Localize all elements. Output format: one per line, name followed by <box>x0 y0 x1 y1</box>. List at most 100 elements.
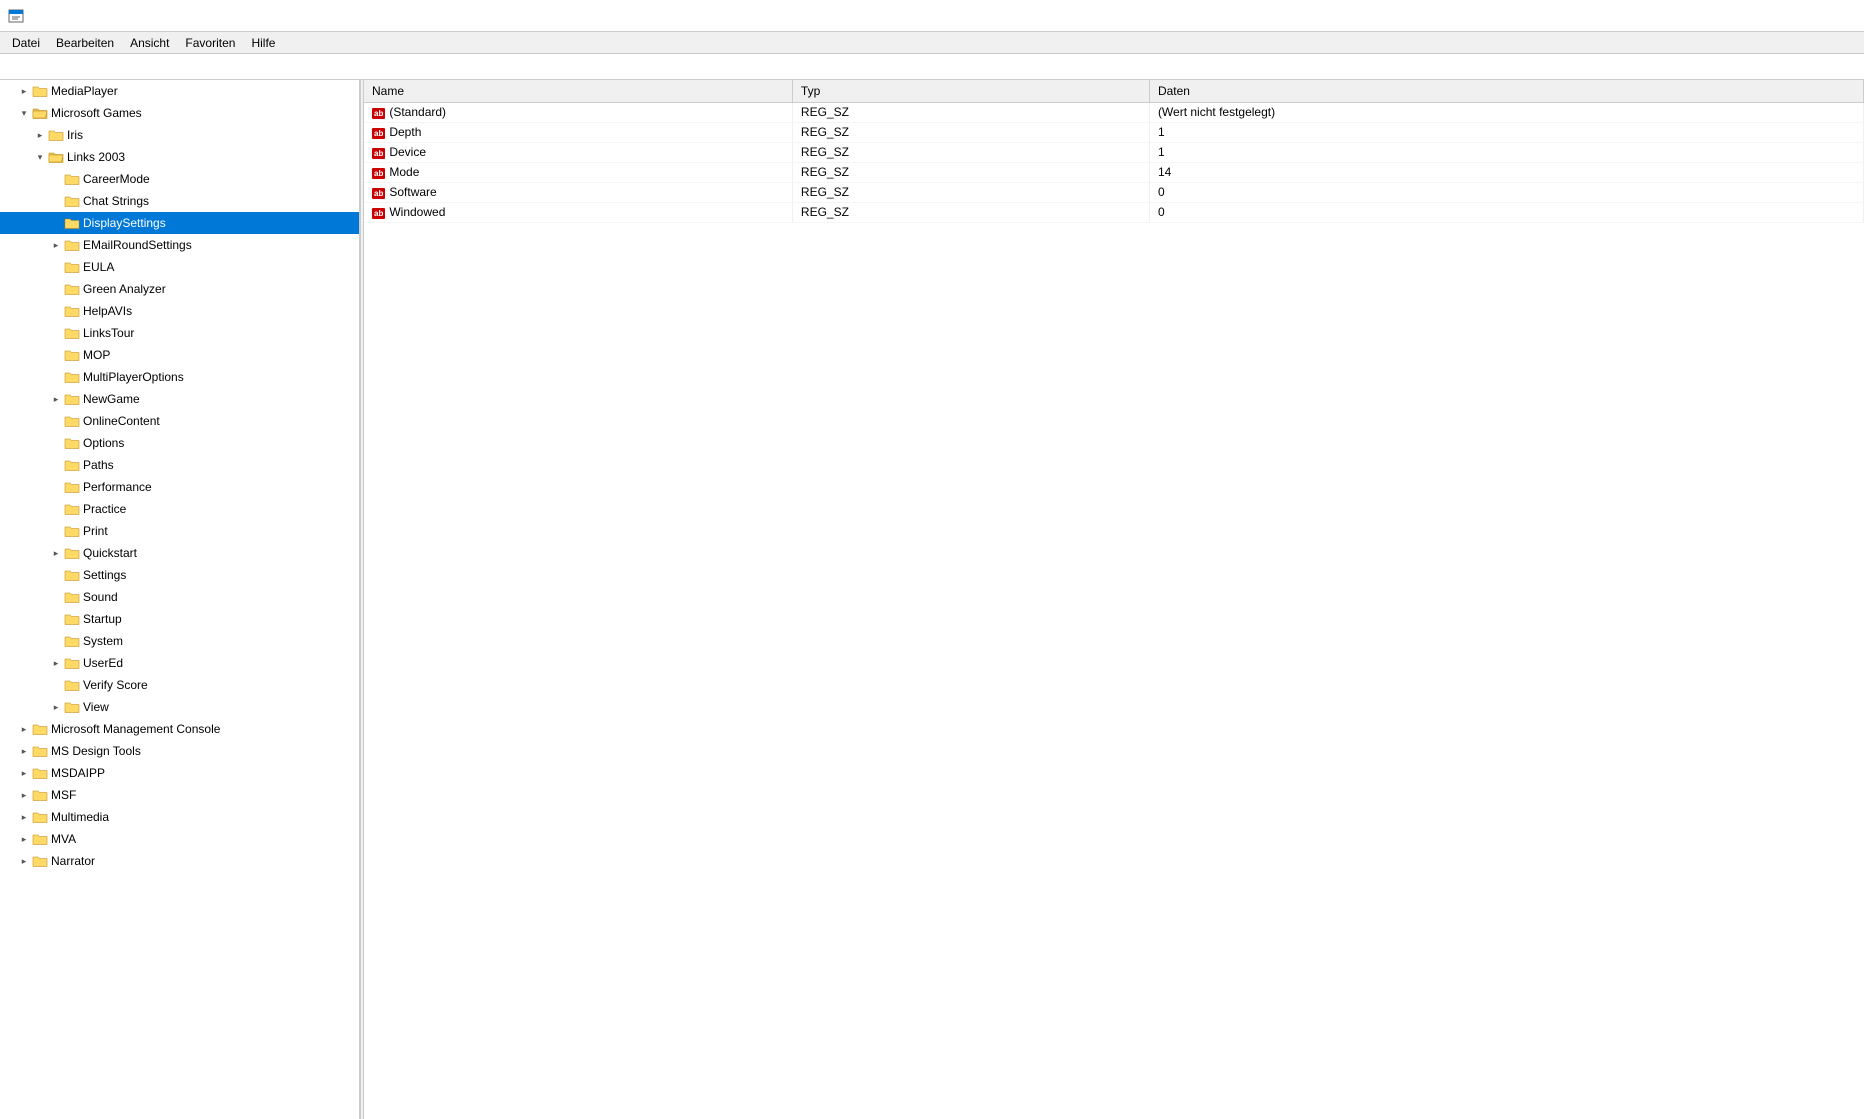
expand-button[interactable]: ▾ <box>16 105 32 121</box>
expand-button[interactable]: ▸ <box>16 83 32 99</box>
tree-item-label: Chat Strings <box>83 194 149 208</box>
tree-item-label: Print <box>83 524 108 538</box>
menu-item-favoriten[interactable]: Favoriten <box>177 34 243 52</box>
folder-icon <box>64 678 80 692</box>
folder-icon <box>64 370 80 384</box>
tree-item-system[interactable]: System <box>0 630 359 652</box>
tree-item-sound[interactable]: Sound <box>0 586 359 608</box>
tree-item-iris[interactable]: ▸ Iris <box>0 124 359 146</box>
table-row[interactable]: abDeviceREG_SZ1 <box>364 142 1864 162</box>
main-content: ▸ MediaPlayer▾ Microsoft Games▸ Iris▾ Li… <box>0 80 1864 1119</box>
folder-icon <box>64 568 80 582</box>
folder-icon <box>32 766 48 780</box>
folder-icon <box>64 524 80 538</box>
tree-item-emailroundsettings[interactable]: ▸ EMailRoundSettings <box>0 234 359 256</box>
menu-item-datei[interactable]: Datei <box>4 34 48 52</box>
tree-item-microsoft-management-console[interactable]: ▸ Microsoft Management Console <box>0 718 359 740</box>
tree-item-multiplayeroptions[interactable]: MultiPlayerOptions <box>0 366 359 388</box>
expand-button[interactable]: ▸ <box>32 127 48 143</box>
expand-button[interactable]: ▸ <box>16 831 32 847</box>
cell-name: abSoftware <box>364 182 792 202</box>
tree-item-label: Quickstart <box>83 546 137 560</box>
tree-item-newgame[interactable]: ▸ NewGame <box>0 388 359 410</box>
table-row[interactable]: abSoftwareREG_SZ0 <box>364 182 1864 202</box>
folder-icon <box>64 238 80 252</box>
tree-item-mop[interactable]: MOP <box>0 344 359 366</box>
close-button[interactable] <box>1810 0 1856 32</box>
tree-item-label: UserEd <box>83 656 123 670</box>
menu-item-hilfe[interactable]: Hilfe <box>243 34 283 52</box>
tree-item-mediaplayer[interactable]: ▸ MediaPlayer <box>0 80 359 102</box>
reg-value-icon: ab <box>372 188 385 199</box>
cell-name: abWindowed <box>364 202 792 222</box>
cell-typ: REG_SZ <box>792 202 1149 222</box>
tree-item-label: MSDAIPP <box>51 766 105 780</box>
app-icon <box>8 8 24 24</box>
cell-name: abMode <box>364 162 792 182</box>
folder-icon <box>32 854 48 868</box>
tree-item-quickstart[interactable]: ▸ Quickstart <box>0 542 359 564</box>
folder-icon <box>64 282 80 296</box>
tree-item-practice[interactable]: Practice <box>0 498 359 520</box>
tree-item-onlinecontent[interactable]: OnlineContent <box>0 410 359 432</box>
tree-item-startup[interactable]: Startup <box>0 608 359 630</box>
minimize-button[interactable] <box>1718 0 1764 32</box>
tree-item-view[interactable]: ▸ View <box>0 696 359 718</box>
tree-item-label: MOP <box>83 348 110 362</box>
expand-button[interactable]: ▸ <box>48 237 64 253</box>
tree-item-helpavis[interactable]: HelpAVIs <box>0 300 359 322</box>
registry-table: NameTypDaten ab(Standard)REG_SZ(Wert nic… <box>364 80 1864 223</box>
tree-item-msdaipp[interactable]: ▸ MSDAIPP <box>0 762 359 784</box>
expand-button[interactable]: ▸ <box>48 545 64 561</box>
tree-item-label: Iris <box>67 128 83 142</box>
table-row[interactable]: ab(Standard)REG_SZ(Wert nicht festgelegt… <box>364 102 1864 122</box>
folder-icon <box>32 744 48 758</box>
cell-name: abDepth <box>364 122 792 142</box>
expand-button[interactable]: ▸ <box>48 699 64 715</box>
tree-item-msf[interactable]: ▸ MSF <box>0 784 359 806</box>
expand-button[interactable]: ▸ <box>16 765 32 781</box>
tree-item-linkstour[interactable]: LinksTour <box>0 322 359 344</box>
folder-icon <box>64 546 80 560</box>
expand-button[interactable]: ▸ <box>16 809 32 825</box>
table-row[interactable]: abModeREG_SZ14 <box>364 162 1864 182</box>
tree-item-eula[interactable]: EULA <box>0 256 359 278</box>
tree-item-mva[interactable]: ▸ MVA <box>0 828 359 850</box>
menu-item-bearbeiten[interactable]: Bearbeiten <box>48 34 122 52</box>
tree-panel[interactable]: ▸ MediaPlayer▾ Microsoft Games▸ Iris▾ Li… <box>0 80 360 1119</box>
expand-button[interactable]: ▸ <box>16 787 32 803</box>
table-row[interactable]: abWindowedREG_SZ0 <box>364 202 1864 222</box>
table-row[interactable]: abDepthREG_SZ1 <box>364 122 1864 142</box>
tree-item-chat-strings[interactable]: Chat Strings <box>0 190 359 212</box>
tree-item-label: Narrator <box>51 854 95 868</box>
cell-daten: 14 <box>1149 162 1863 182</box>
tree-item-greenanalyzer[interactable]: Green Analyzer <box>0 278 359 300</box>
tree-item-performance[interactable]: Performance <box>0 476 359 498</box>
folder-icon <box>48 128 64 142</box>
tree-item-links-2003[interactable]: ▾ Links 2003 <box>0 146 359 168</box>
tree-item-careermode[interactable]: CareerMode <box>0 168 359 190</box>
tree-item-options[interactable]: Options <box>0 432 359 454</box>
tree-item-ms-design-tools[interactable]: ▸ MS Design Tools <box>0 740 359 762</box>
expand-button[interactable]: ▸ <box>16 721 32 737</box>
expand-button[interactable]: ▾ <box>32 149 48 165</box>
expand-button[interactable]: ▸ <box>16 743 32 759</box>
tree-item-label: Settings <box>83 568 126 582</box>
tree-item-displaysettings[interactable]: DisplaySettings <box>0 212 359 234</box>
tree-item-verifyscore[interactable]: Verify Score <box>0 674 359 696</box>
tree-item-multimedia[interactable]: ▸ Multimedia <box>0 806 359 828</box>
maximize-button[interactable] <box>1764 0 1810 32</box>
menu-item-ansicht[interactable]: Ansicht <box>122 34 177 52</box>
folder-icon <box>64 304 80 318</box>
tree-item-microsoft-games[interactable]: ▾ Microsoft Games <box>0 102 359 124</box>
tree-item-usered[interactable]: ▸ UserEd <box>0 652 359 674</box>
reg-value-icon: ab <box>372 148 385 159</box>
tree-item-print[interactable]: Print <box>0 520 359 542</box>
expand-button[interactable]: ▸ <box>16 853 32 869</box>
tree-item-narrator[interactable]: ▸ Narrator <box>0 850 359 872</box>
tree-item-settings[interactable]: Settings <box>0 564 359 586</box>
tree-item-paths[interactable]: Paths <box>0 454 359 476</box>
expand-button[interactable]: ▸ <box>48 391 64 407</box>
cell-daten: 1 <box>1149 122 1863 142</box>
expand-button[interactable]: ▸ <box>48 655 64 671</box>
